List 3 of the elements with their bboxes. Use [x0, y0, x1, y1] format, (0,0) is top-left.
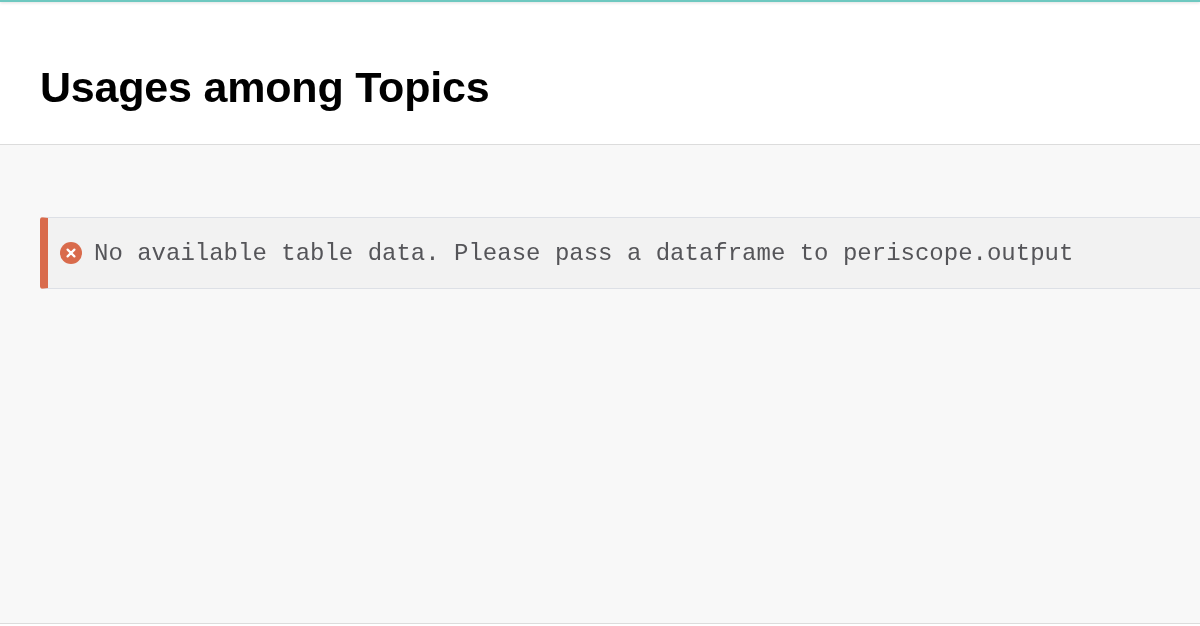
error-message: No available table data. Please pass a dataframe to periscope.output	[94, 239, 1074, 267]
error-icon	[60, 242, 82, 264]
page-title: Usages among Topics	[40, 66, 490, 109]
